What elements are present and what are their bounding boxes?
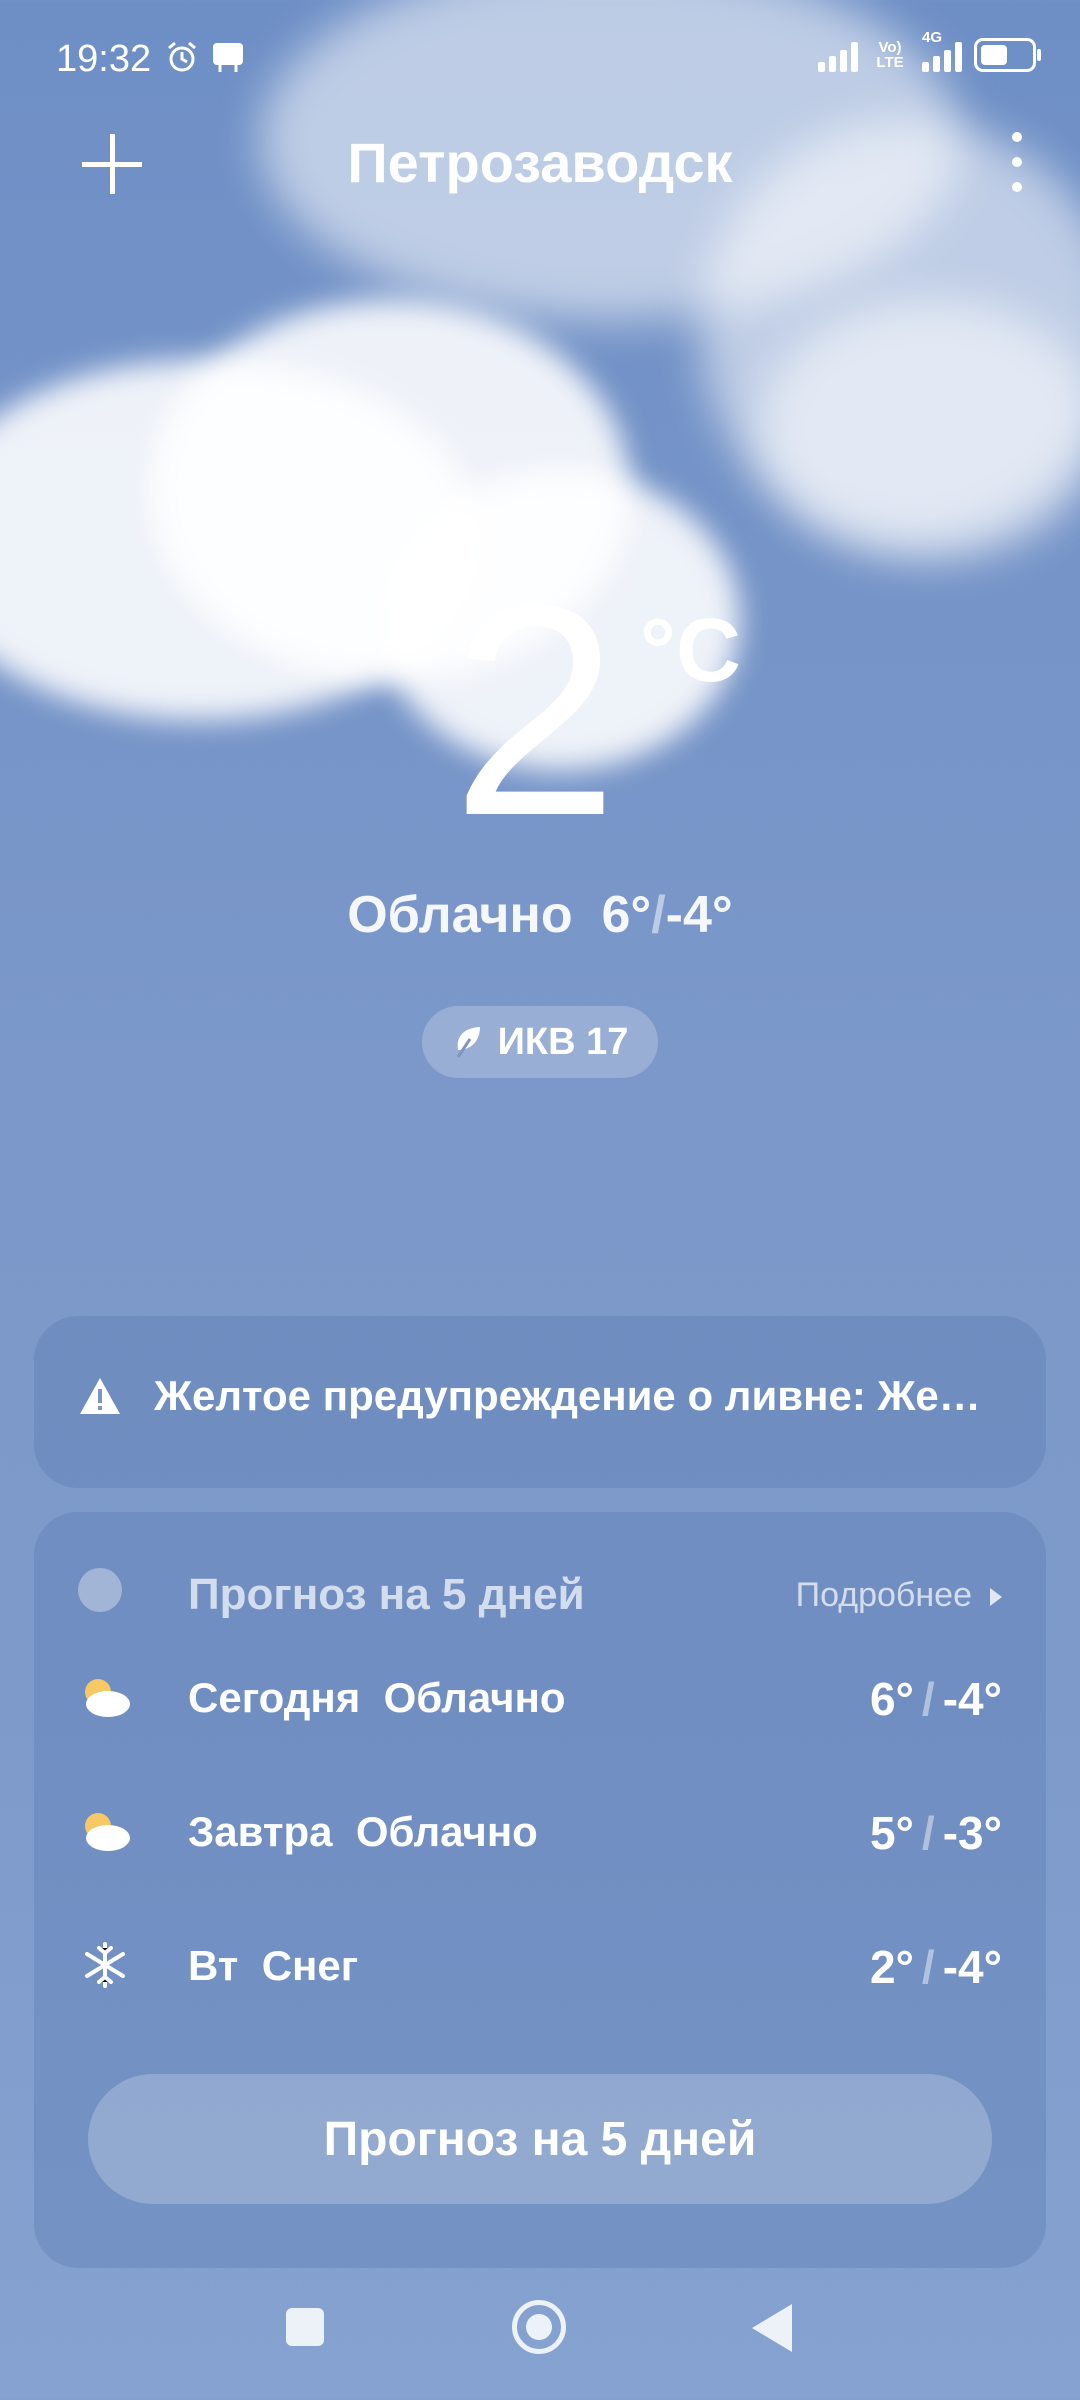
aqi-badge[interactable]: ИКВ 17 [422,1006,658,1078]
weather-warning-card[interactable]: Желтое предупреждение о ливне: Желтое пр… [34,1316,1046,1488]
leaf-icon [456,1027,480,1058]
forecast-title: Прогноз на 5 дней [188,1570,585,1619]
forecast-condition: Снег [261,1942,359,1989]
forecast-day: Вт [188,1942,239,1989]
forecast-day: Завтра [188,1808,333,1855]
notification-icon [213,43,243,72]
forecast-low: -4° [942,1941,1002,1993]
battery-icon [974,38,1041,72]
forecast-condition: Облачно [355,1808,538,1855]
cloudy-icon [85,1813,130,1851]
current-condition: Облачно 6°/-4° [347,886,733,944]
status-bar: 19:32 Vo) LTE 4G [0,0,1080,120]
temperature-unit: °C [640,601,741,701]
forecast-day: Сегодня [188,1674,361,1721]
forecast-card: Прогноз на 5 дней Подробнее Сегодня Обла… [34,1512,1046,2268]
forecast-high: 5° [869,1807,914,1859]
status-time: 19:32 [56,38,152,80]
forecast-low: -4° [942,1673,1002,1725]
volte-icon: Vo) LTE [876,39,904,71]
forecast-row[interactable]: Вт Снег 2° / -4° [78,1930,1002,2000]
warning-text: Желтое предупреждение о ливне: Желтое пр… [154,1372,1006,1419]
snow-icon [85,1942,125,1988]
warning-icon [80,1378,120,1414]
temperature-value: 2 [451,542,619,878]
more-options-icon[interactable] [1006,132,1028,192]
home-icon[interactable] [512,2300,566,2354]
cloudy-icon [85,1679,130,1717]
forecast-high: 2° [869,1941,914,1993]
network-type-label: 4G [922,29,943,46]
alarm-icon [168,41,196,72]
low-temp: -4° [665,886,733,944]
aqi-label: ИКВ 17 [497,1020,629,1063]
header: Петрозаводск [0,110,1080,220]
recent-apps-icon[interactable] [286,2308,324,2346]
calendar-icon [78,1568,122,1612]
city-title[interactable]: Петрозаводск [0,130,1080,195]
forecast-row[interactable]: Сегодня Облачно 6° / -4° [78,1662,1002,1732]
signal-icon [818,38,858,72]
forecast-header: Прогноз на 5 дней Подробнее [78,1562,1002,1622]
forecast-condition: Облачно [383,1674,566,1721]
forecast-low: -3° [942,1807,1002,1859]
current-temperature: 2 °C [0,560,1080,860]
back-icon[interactable] [752,2304,792,2352]
condition-text: Облачно [347,886,573,944]
navigation-bar [0,2280,1080,2400]
forecast-more-link[interactable]: Подробнее [796,1576,1002,1615]
high-temp: 6° [601,886,652,944]
forecast-high: 6° [869,1673,914,1725]
forecast-row[interactable]: Завтра Облачно 5° / -3° [78,1796,1002,1866]
five-day-forecast-button[interactable]: Прогноз на 5 дней [88,2074,992,2204]
